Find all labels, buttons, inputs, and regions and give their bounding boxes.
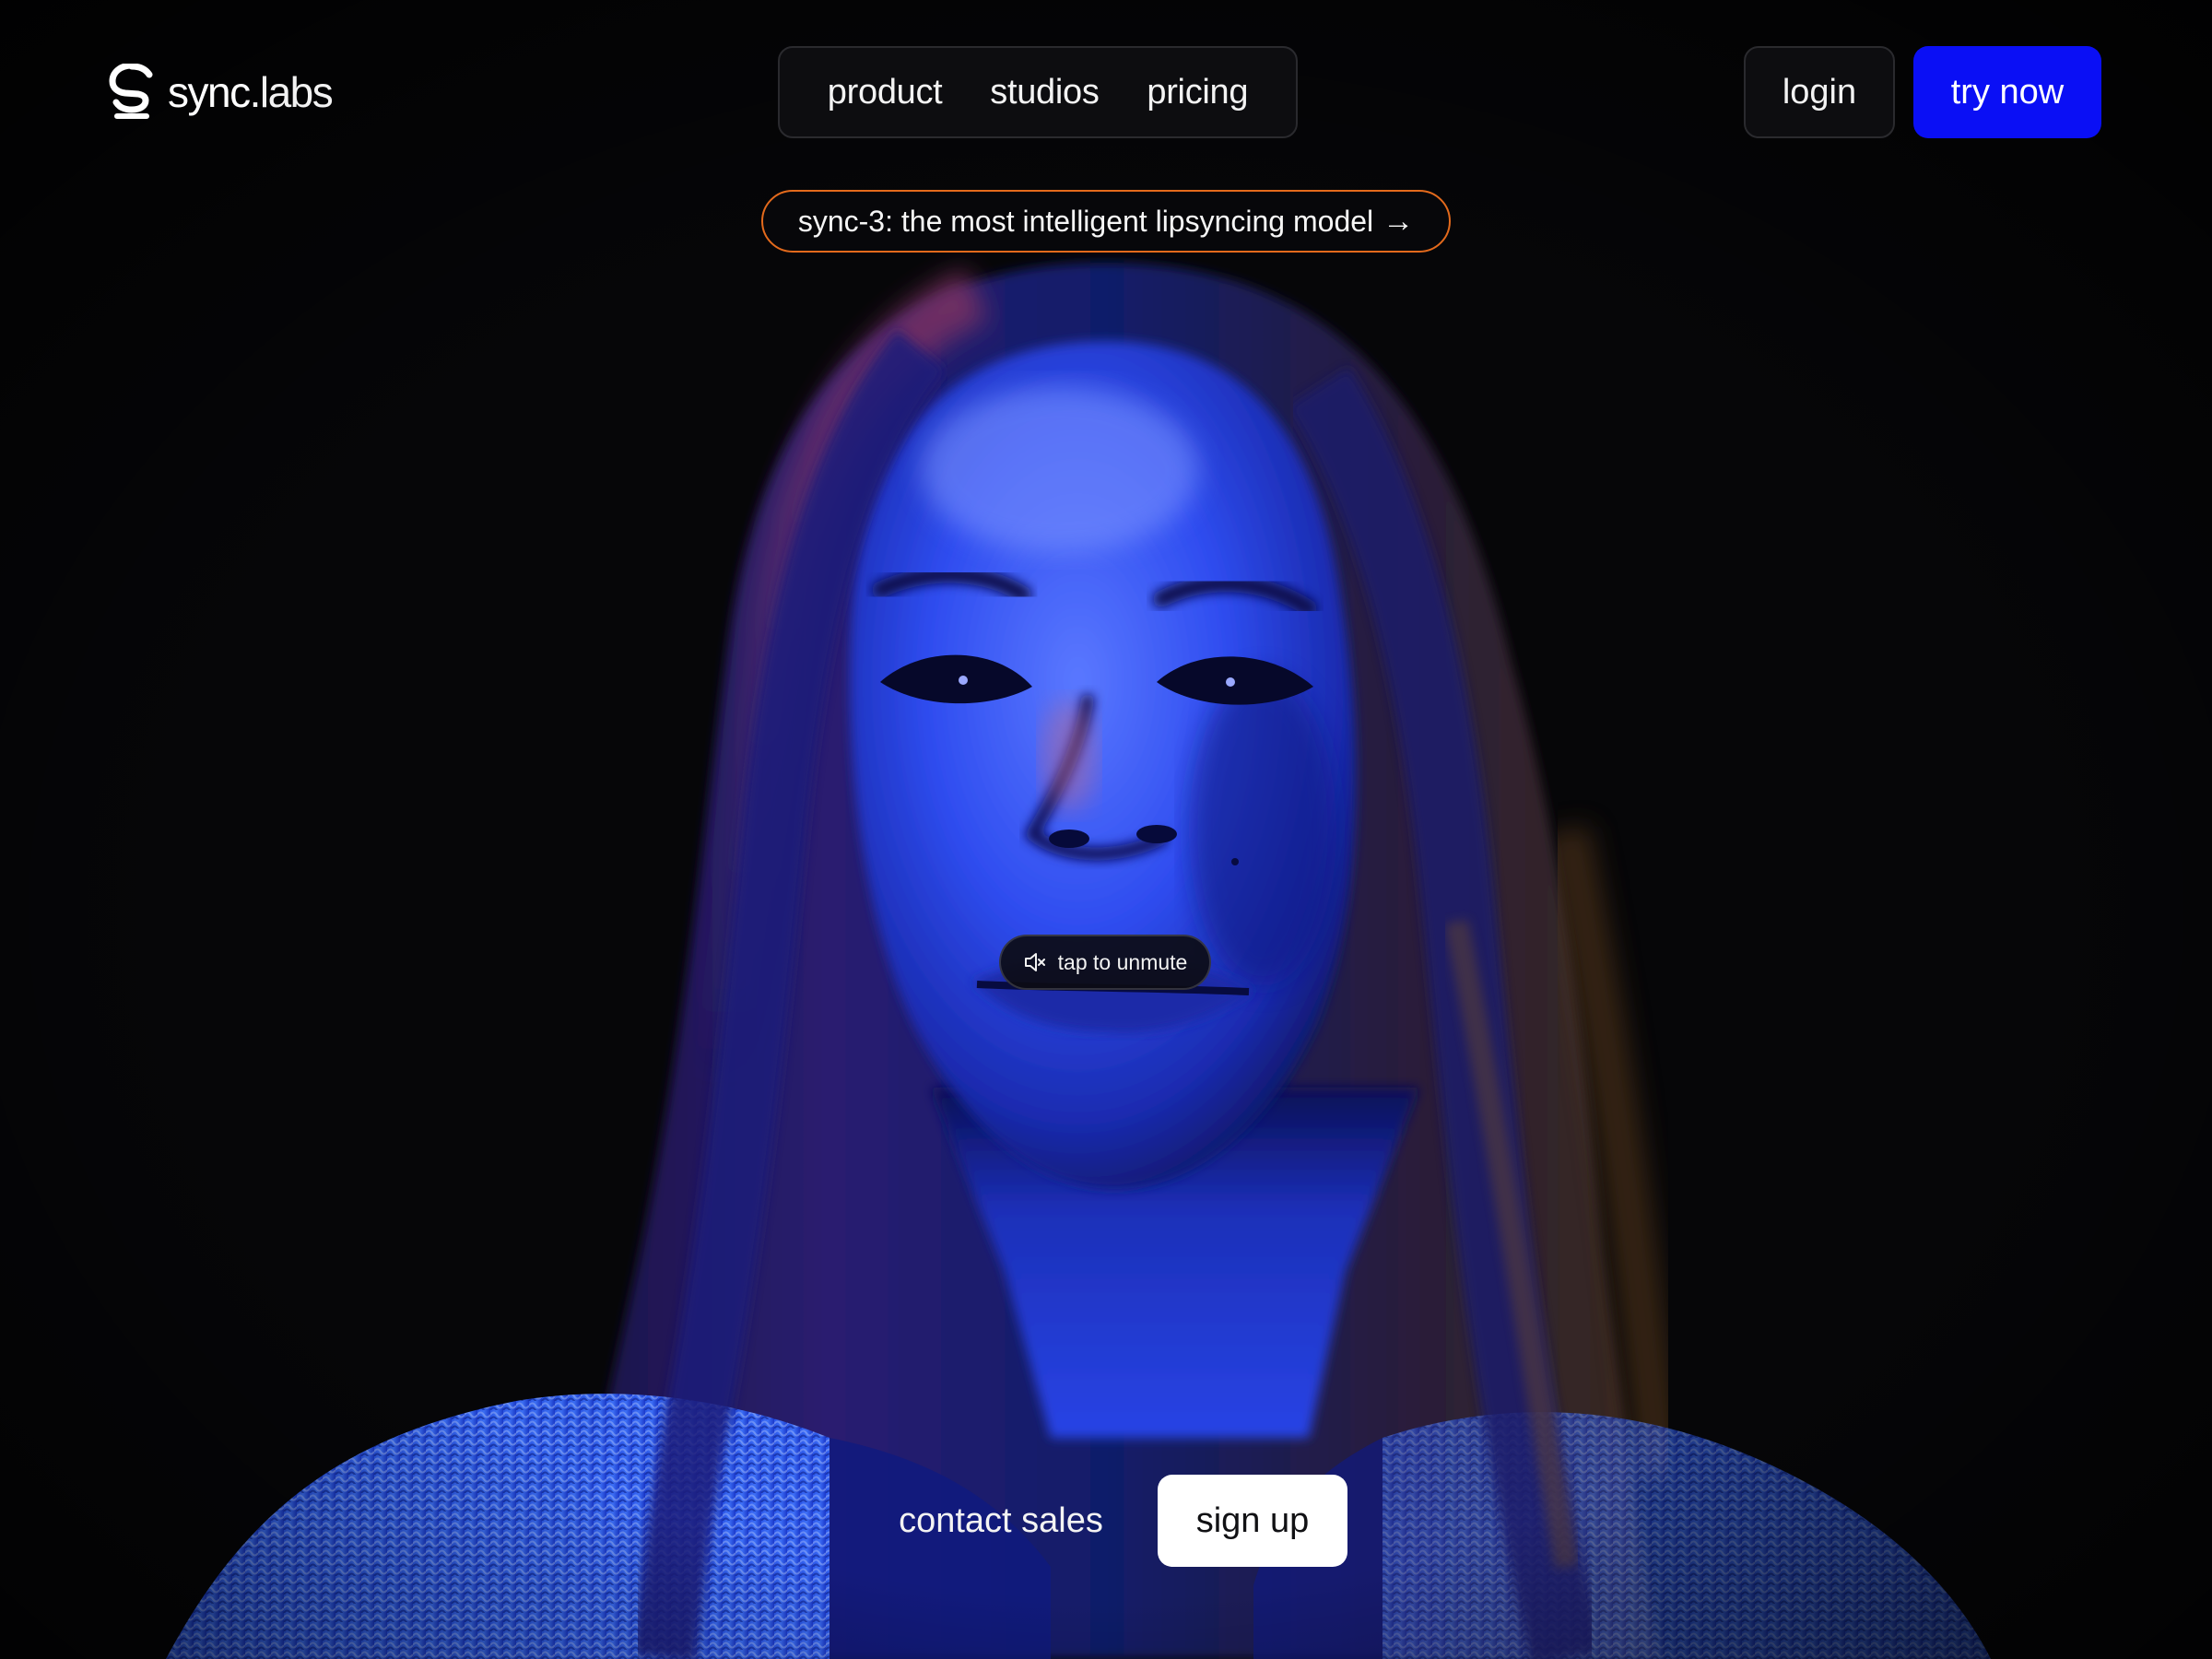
brand-logo-link[interactable]: sync.labs [109, 63, 334, 122]
brand-suffix: .labs [249, 68, 334, 116]
unmute-button[interactable]: tap to unmute [999, 935, 1211, 990]
primary-nav: product studios pricing [778, 46, 1298, 138]
nav-item-studios[interactable]: studios [990, 73, 1100, 112]
arrow-right-icon: → [1382, 203, 1415, 239]
brand-name: sync [168, 68, 251, 116]
sign-up-button[interactable]: sign up [1158, 1475, 1347, 1567]
announcement-text: sync-3: the most intelligent lipsyncing … [797, 204, 1374, 238]
announcement-banner[interactable]: sync-3: the most intelligent lipsyncing … [761, 190, 1451, 253]
sync-labs-logo-icon [109, 64, 153, 119]
nav-item-pricing[interactable]: pricing [1147, 73, 1248, 112]
nav-item-product[interactable]: product [828, 73, 943, 112]
try-now-button[interactable]: try now [1913, 46, 2101, 138]
speaker-muted-icon [1024, 953, 1045, 971]
brand-wordmark: sync.labs [168, 68, 334, 116]
contact-sales-link[interactable]: contact sales [890, 1475, 1112, 1567]
login-button[interactable]: login [1744, 46, 1895, 138]
unmute-label: tap to unmute [1057, 949, 1188, 974]
